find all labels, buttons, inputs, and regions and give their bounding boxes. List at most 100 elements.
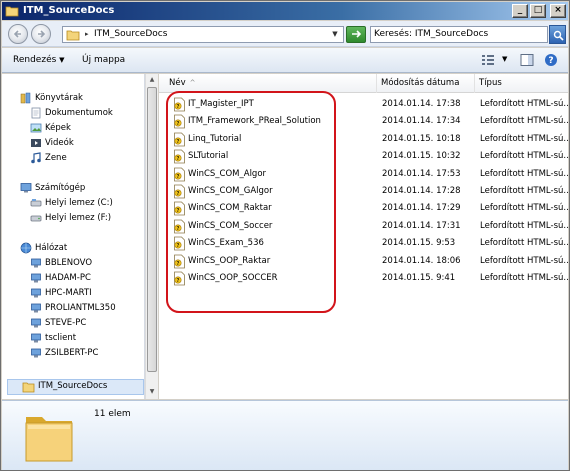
file-date: 2014.01.14. 17:28 xyxy=(382,186,461,196)
preview-pane-icon[interactable] xyxy=(519,53,535,67)
network-computer-icon xyxy=(31,348,41,358)
minimize-button[interactable]: _ xyxy=(512,4,528,18)
view-options-icon[interactable] xyxy=(480,53,496,67)
nav-label: HADAM-PC xyxy=(45,273,91,283)
file-type: Lefordított HTML-sú... xyxy=(480,203,568,214)
file-type: Lefordított HTML-sú... xyxy=(480,273,568,283)
view-dropdown-icon[interactable]: ▼ xyxy=(502,55,507,63)
organize-button[interactable]: Rendezés ▼ xyxy=(13,55,65,65)
nav-label: Helyi lemez (F:) xyxy=(45,213,112,223)
network-computer-icon xyxy=(31,333,41,343)
nav-label: BBLENOVO xyxy=(45,258,93,268)
documents-icon xyxy=(31,107,41,119)
file-type: Lefordított HTML-sú... xyxy=(480,99,568,109)
network-computer-icon xyxy=(31,318,41,328)
drive-icon xyxy=(30,215,42,222)
file-type: Lefordított HTML-sú... xyxy=(480,238,568,249)
folder-icon xyxy=(5,6,19,17)
nav-label: ZSILBERT-PC xyxy=(45,348,99,358)
window-title: ITM_SourceDocs xyxy=(23,5,115,16)
search-button[interactable] xyxy=(549,25,566,44)
file-date: 2014.01.15. 10:18 xyxy=(382,133,461,144)
back-arrow-icon xyxy=(13,30,21,38)
network-computer-icon xyxy=(31,273,41,283)
item-count: 11 elem xyxy=(94,409,131,419)
file-date: 2014.01.15. 9:53 xyxy=(382,238,456,249)
network-computer-icon xyxy=(31,288,41,298)
forward-arrow-icon xyxy=(38,30,46,38)
videos-icon xyxy=(31,139,41,147)
help-icon[interactable]: ? xyxy=(543,53,559,67)
nav-label: Dokumentumok xyxy=(45,108,113,118)
scroll-thumb[interactable] xyxy=(147,87,157,372)
scroll-down-icon[interactable]: ▼ xyxy=(146,386,158,398)
organize-label: Rendezés xyxy=(13,55,57,65)
address-bar-row: ▸ ITM_SourceDocs ▼ Keresés: ITM_SourceDo… xyxy=(2,21,568,47)
file-date: 2014.01.15. 10:32 xyxy=(382,151,461,162)
music-icon xyxy=(31,152,41,164)
scroll-up-icon[interactable]: ▲ xyxy=(146,74,158,86)
file-date: 2014.01.14. 17:38 xyxy=(382,99,461,109)
nav-selected-folder[interactable]: ITM_SourceDocs xyxy=(7,379,144,395)
nav-label: PROLIANTML350 xyxy=(45,303,116,313)
file-date: 2014.01.15. 9:41 xyxy=(382,273,456,283)
file-type: Lefordított HTML-sú... xyxy=(480,116,568,127)
file-date: 2014.01.14. 17:34 xyxy=(382,116,461,127)
file-type: Lefordított HTML-sú... xyxy=(480,168,568,179)
close-button[interactable]: × xyxy=(550,4,566,18)
column-name-label: Név xyxy=(169,78,186,88)
title-bar[interactable]: ITM_SourceDocs _ □ × xyxy=(2,2,568,20)
folder-icon xyxy=(66,30,80,41)
nav-label: HPC-MARTI xyxy=(45,288,92,298)
search-placeholder: Keresés: ITM_SourceDocs xyxy=(374,29,489,39)
search-input[interactable]: Keresés: ITM_SourceDocs xyxy=(370,26,548,43)
address-dropdown-icon[interactable]: ▼ xyxy=(329,28,341,41)
file-type: Lefordított HTML-sú... xyxy=(480,255,568,266)
network-computer-icon xyxy=(31,258,41,268)
nav-scrollbar[interactable]: ▲ ▼ xyxy=(145,74,158,399)
nav-label: Képek xyxy=(45,123,71,133)
navigation-pane: Könyvtárak Dokumentumok Képek Videók Zen… xyxy=(2,74,145,399)
search-icon xyxy=(553,30,564,41)
nav-label: tsclient xyxy=(45,333,77,343)
address-field[interactable]: ▸ ITM_SourceDocs ▼ xyxy=(62,26,344,43)
nav-label: Könyvtárak xyxy=(35,93,83,103)
file-date: 2014.01.14. 17:31 xyxy=(382,220,461,231)
file-date: 2014.01.14. 18:06 xyxy=(382,255,461,266)
file-type: Lefordított HTML-sú... xyxy=(480,186,568,196)
refresh-button[interactable] xyxy=(346,26,366,43)
nav-label: Hálózat xyxy=(35,243,68,253)
column-date[interactable]: Módosítás dátuma xyxy=(377,74,475,93)
file-date: 2014.01.14. 17:29 xyxy=(382,203,461,214)
column-type[interactable]: Típus xyxy=(475,74,568,93)
folder-icon xyxy=(25,417,73,462)
file-list: Név ^ Módosítás dátuma Típus ? IT_Magister… xyxy=(159,74,568,399)
nav-label: ITM_SourceDocs xyxy=(38,381,108,391)
back-button[interactable] xyxy=(8,24,28,44)
file-type: Lefordított HTML-sú... xyxy=(480,220,568,231)
nav-label: Helyi lemez (C:) xyxy=(45,198,113,208)
nav-label: STEVE-PC xyxy=(45,318,87,328)
file-date: 2014.01.14. 17:53 xyxy=(382,168,461,179)
maximize-button[interactable]: □ xyxy=(530,4,546,18)
forward-button[interactable] xyxy=(31,24,51,44)
sort-ascending-icon: ^ xyxy=(189,79,196,87)
breadcrumb-arrow-icon[interactable]: ▸ xyxy=(85,30,89,38)
nav-label: Számítógép xyxy=(35,183,86,193)
command-toolbar: Rendezés ▼ Új mappa ▼ ? xyxy=(2,48,568,73)
breadcrumb-current[interactable]: ITM_SourceDocs xyxy=(94,29,167,39)
nav-label: Zene xyxy=(45,153,67,163)
libraries-icon xyxy=(20,92,31,104)
highlight-annotation xyxy=(166,91,336,313)
svg-text:?: ? xyxy=(548,56,553,66)
new-folder-button[interactable]: Új mappa xyxy=(82,55,125,65)
computer-icon xyxy=(20,183,32,193)
network-icon xyxy=(20,242,32,254)
details-pane: 11 elem xyxy=(2,400,568,470)
file-type: Lefordított HTML-sú... xyxy=(480,151,568,162)
chevron-down-icon: ▼ xyxy=(59,56,65,64)
folder-icon xyxy=(22,382,35,393)
nav-label: Videók xyxy=(45,138,74,148)
explorer-window: ITM_SourceDocs _ □ × ▸ ITM_SourceDocs ▼ … xyxy=(0,0,570,471)
drive-icon xyxy=(30,199,42,207)
